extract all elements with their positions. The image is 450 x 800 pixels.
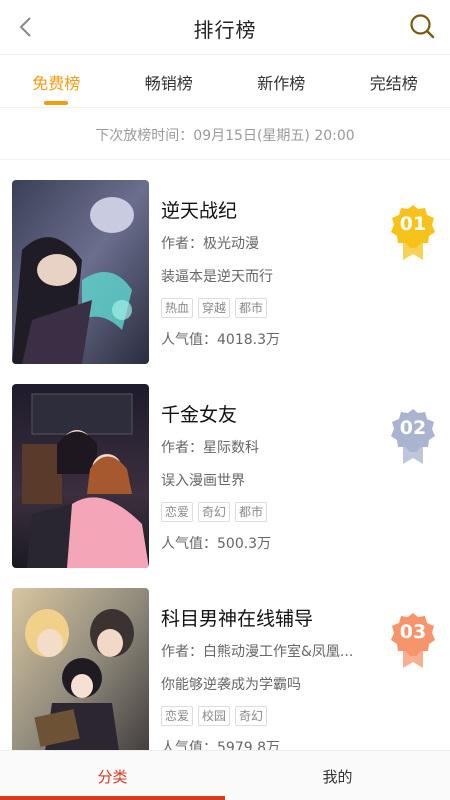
rank-badge: 03 xyxy=(390,612,436,670)
tab-label: 新作榜 xyxy=(257,74,306,93)
book-description: 误入漫画世界 xyxy=(161,473,245,489)
rank-badge: 02 xyxy=(390,408,436,466)
genre-tag: 都市 xyxy=(235,502,268,522)
tag-list: 恋爱 奇幻 都市 xyxy=(161,502,386,522)
list-item[interactable]: 科目男神在线辅导 作者：白熊动漫工作室&凤凰... 你能够逆袭成为学霸吗 恋爱 … xyxy=(0,568,450,750)
nav-active-indicator xyxy=(0,796,225,800)
popularity-value: 人气值：500.3万 xyxy=(161,536,272,552)
search-icon[interactable] xyxy=(408,12,436,40)
bottom-nav: 分类 我的 xyxy=(0,750,450,800)
book-info: 千金女友 作者：星际数科 误入漫画世界 恋爱 奇幻 都市 人气值：500.3万 xyxy=(161,402,386,553)
tab-label: 畅销榜 xyxy=(144,74,193,93)
list-item[interactable]: 千金女友 作者：星际数科 误入漫画世界 恋爱 奇幻 都市 人气值：500.3万 … xyxy=(0,364,450,568)
book-description: 装逼本是逆天而行 xyxy=(161,269,273,285)
rank-number: 02 xyxy=(399,417,427,439)
tab-free[interactable]: 免费榜 xyxy=(0,55,113,107)
genre-tag: 校园 xyxy=(198,706,231,726)
genre-tag: 热血 xyxy=(161,298,194,318)
book-title[interactable]: 逆天战纪 xyxy=(161,198,386,224)
tag-list: 恋爱 校园 奇幻 xyxy=(161,706,386,726)
tab-completed[interactable]: 完结榜 xyxy=(338,55,450,107)
cover-image[interactable] xyxy=(12,180,149,364)
tab-label: 免费榜 xyxy=(32,74,81,93)
popularity-value: 人气值：5979.8万 xyxy=(161,740,280,750)
next-release-notice: 下次放榜时间：09月15日(星期五) 20:00 xyxy=(0,108,450,160)
genre-tag: 恋爱 xyxy=(161,502,194,522)
book-info: 科目男神在线辅导 作者：白熊动漫工作室&凤凰... 你能够逆袭成为学霸吗 恋爱 … xyxy=(161,606,386,750)
book-author: 作者：白熊动漫工作室&凤凰... xyxy=(161,644,354,660)
cover-image[interactable] xyxy=(12,384,149,568)
nav-mine[interactable]: 我的 xyxy=(225,751,450,800)
page-title: 排行榜 xyxy=(193,18,257,42)
ranking-list: 逆天战纪 作者：极光动漫 装逼本是逆天而行 热血 穿越 都市 人气值：4018.… xyxy=(0,160,450,750)
book-title[interactable]: 科目男神在线辅导 xyxy=(161,606,386,632)
tab-new[interactable]: 新作榜 xyxy=(225,55,338,107)
rank-number: 01 xyxy=(399,213,427,235)
popularity-value: 人气值：4018.3万 xyxy=(161,332,280,348)
rank-tabs: 免费榜 畅销榜 新作榜 完结榜 xyxy=(0,54,450,108)
rank-badge: 01 xyxy=(390,204,436,262)
book-description: 你能够逆袭成为学霸吗 xyxy=(161,677,301,693)
book-info: 逆天战纪 作者：极光动漫 装逼本是逆天而行 热血 穿越 都市 人气值：4018.… xyxy=(161,198,386,349)
nav-label: 我的 xyxy=(322,768,353,786)
nav-label: 分类 xyxy=(97,768,128,786)
book-author: 作者：极光动漫 xyxy=(161,236,259,252)
tab-label: 完结榜 xyxy=(369,74,418,93)
rank-number: 03 xyxy=(399,621,427,643)
genre-tag: 穿越 xyxy=(198,298,231,318)
tab-active-indicator xyxy=(44,101,69,105)
genre-tag: 奇幻 xyxy=(235,706,268,726)
genre-tag: 奇幻 xyxy=(198,502,231,522)
book-author: 作者：星际数科 xyxy=(161,440,259,456)
genre-tag: 恋爱 xyxy=(161,706,194,726)
cover-image[interactable] xyxy=(12,588,149,750)
tab-bestseller[interactable]: 畅销榜 xyxy=(113,55,226,107)
tag-list: 热血 穿越 都市 xyxy=(161,298,386,318)
header: 排行榜 xyxy=(0,0,450,54)
list-item[interactable]: 逆天战纪 作者：极光动漫 装逼本是逆天而行 热血 穿越 都市 人气值：4018.… xyxy=(0,160,450,364)
book-title[interactable]: 千金女友 xyxy=(161,402,386,428)
nav-category[interactable]: 分类 xyxy=(0,751,225,800)
genre-tag: 都市 xyxy=(235,298,268,318)
